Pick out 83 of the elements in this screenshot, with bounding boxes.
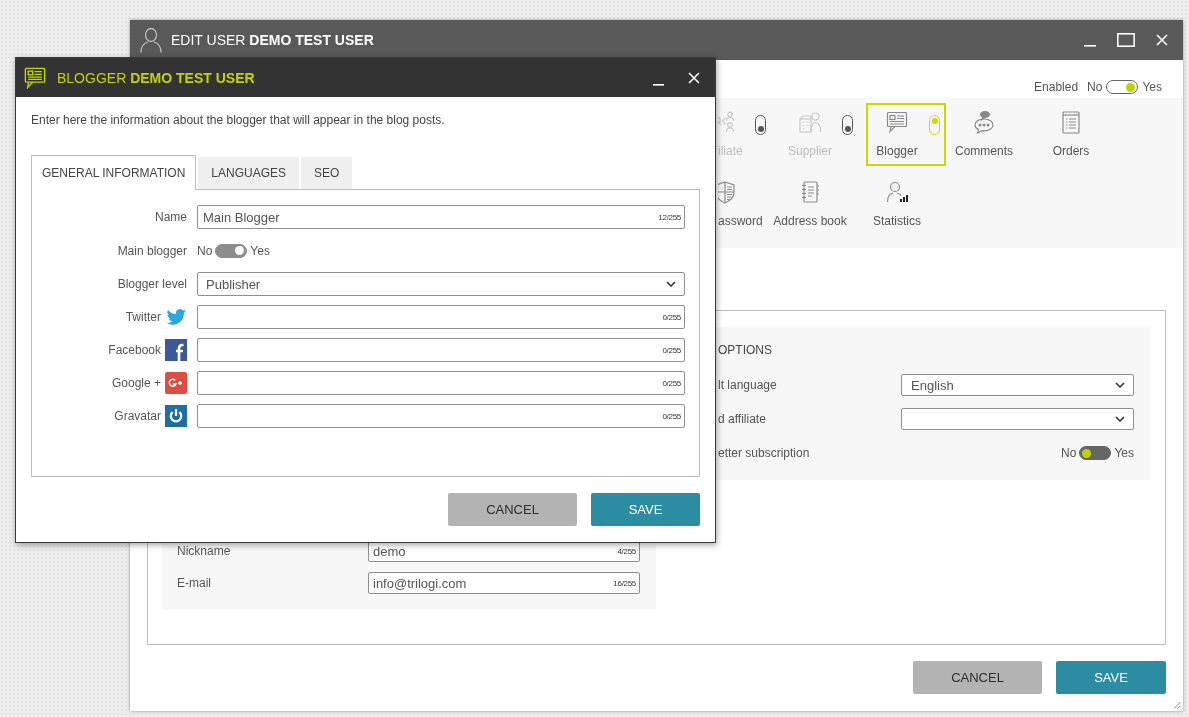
- role-label: Statistics: [873, 214, 921, 228]
- char-counter: 0/255: [662, 345, 681, 355]
- person-chart-icon: [885, 180, 909, 204]
- chat-bubbles-icon: [972, 110, 996, 134]
- google-plus-icon: [165, 372, 187, 394]
- field-label: Main blogger: [117, 243, 187, 258]
- role-label: Orders: [1052, 144, 1090, 158]
- role-label: Supplier: [788, 144, 832, 158]
- text-field[interactable]: 0/255: [197, 338, 685, 362]
- char-counter: 0/255: [662, 411, 681, 421]
- char-counter: 12/255: [658, 212, 681, 222]
- document-list-icon: [1059, 110, 1083, 134]
- switch-on-label: Yes: [1114, 446, 1134, 460]
- enabled-label: Enabled: [1034, 80, 1079, 94]
- select-field[interactable]: English: [901, 374, 1134, 396]
- toggle-switch[interactable]: [1106, 80, 1139, 94]
- char-counter: 0/255: [662, 312, 681, 322]
- char-counter: 16/255: [613, 578, 636, 588]
- switch-on-label: Yes: [1142, 80, 1162, 94]
- field-label: Twitter: [125, 310, 161, 324]
- user-icon: [140, 27, 162, 53]
- text-field[interactable]: info@trilogi.com 16/255: [368, 572, 640, 594]
- field-label: Google +: [111, 376, 161, 390]
- field-label: Nickname: [177, 544, 232, 558]
- field-label: Blogger level: [117, 277, 187, 291]
- option-label: lt language: [718, 378, 778, 392]
- select-field[interactable]: [901, 408, 1134, 430]
- resize-grip-icon: [1173, 701, 1181, 709]
- role-label: Comments: [955, 144, 1013, 158]
- chevron-icon: [666, 281, 676, 287]
- text-field[interactable]: 0/255: [197, 305, 685, 329]
- toggle-switch[interactable]: [1079, 446, 1112, 460]
- switch-on-label: Yes: [250, 243, 270, 258]
- power-symbol-icon: [165, 405, 187, 427]
- description-text: Enter here the information about the blogger that will appear in the blog posts.: [31, 112, 446, 128]
- shield-icon: [718, 180, 737, 204]
- role-tile[interactable]: Orders: [1040, 103, 1120, 166]
- text-field[interactable]: 0/255: [197, 371, 685, 395]
- close-icon: [688, 71, 700, 84]
- char-counter: 0/255: [662, 378, 681, 388]
- role-label: iliate: [718, 144, 743, 158]
- field-label: Facebook: [108, 343, 161, 357]
- select-field[interactable]: Publisher: [197, 272, 685, 296]
- minimize-icon: [652, 83, 664, 86]
- tab[interactable]: LANGUAGES: [198, 157, 300, 189]
- role-tile[interactable]: Comments: [953, 103, 1033, 166]
- switch-off-label: No: [197, 243, 213, 258]
- window-title: EDIT USER DEMO TEST USER: [171, 32, 374, 48]
- cancel-button[interactable]: CANCEL: [913, 661, 1042, 694]
- save-button[interactable]: SAVE: [1056, 661, 1166, 694]
- facebook-f-icon: [165, 339, 187, 361]
- building-person-icon: [798, 110, 822, 134]
- cancel-button[interactable]: CANCEL: [448, 493, 577, 526]
- role-tile[interactable]: assword: [716, 173, 772, 236]
- char-counter: 4/255: [617, 546, 636, 556]
- field-label: Name: [155, 210, 187, 224]
- speech-bubble-icon: [24, 66, 46, 89]
- chevron-icon: [1115, 382, 1125, 388]
- option-label: etter subscription: [718, 446, 811, 460]
- bird-icon: [165, 306, 187, 328]
- switch-off-label: No: [1061, 446, 1077, 460]
- option-label: d affiliate: [718, 412, 767, 426]
- chevron-icon: [1115, 416, 1125, 422]
- role-label: Address book: [773, 214, 847, 228]
- speech-bubble-icon: [885, 110, 909, 134]
- field-label: E-mail: [177, 576, 212, 590]
- text-field[interactable]: 0/255: [197, 404, 685, 428]
- tab[interactable]: GENERAL INFORMATION: [31, 155, 197, 190]
- text-field[interactable]: Main Blogger 12/255: [197, 205, 685, 229]
- close-icon: [1156, 34, 1168, 46]
- role-tile[interactable]: Blogger: [866, 103, 946, 166]
- role-tile[interactable]: Statistics: [866, 173, 946, 236]
- maximize-icon: [1117, 33, 1135, 47]
- section-title: OPTIONS: [718, 343, 773, 357]
- field-label: Gravatar: [114, 409, 161, 423]
- minimize-icon: [1084, 45, 1096, 47]
- switch-off-label: No: [1087, 80, 1103, 94]
- role-label: assword: [718, 214, 763, 228]
- tab[interactable]: SEO: [301, 157, 353, 189]
- role-label: Blogger: [876, 144, 918, 158]
- save-button[interactable]: SAVE: [591, 493, 700, 526]
- people-icon: [718, 110, 737, 134]
- dialog-title: BLOGGER DEMO TEST USER: [57, 69, 255, 86]
